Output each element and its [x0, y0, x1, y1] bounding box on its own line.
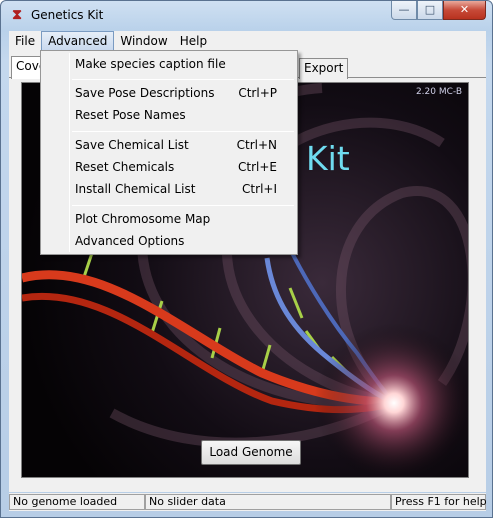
splash-title: Kit	[306, 139, 350, 178]
menu-advanced[interactable]: Advanced	[41, 31, 115, 51]
menu-item-reset-chemicals[interactable]: Reset Chemicals Ctrl+E	[44, 156, 294, 178]
title-bar[interactable]: ⧗ Genetics Kit — □ ✕	[1, 1, 492, 31]
menu-bar: File Advanced Window Help	[9, 31, 486, 51]
menu-item-shortcut: Ctrl+I	[242, 182, 277, 196]
tab-export[interactable]: Export	[299, 58, 349, 79]
caption-buttons: — □ ✕	[391, 1, 486, 21]
menu-item-plot-chromosome-map[interactable]: Plot Chromosome Map	[44, 208, 294, 230]
window-title: Genetics Kit	[31, 8, 104, 22]
menu-item-make-species-caption[interactable]: Make species caption file	[44, 53, 294, 75]
menu-item-install-chemical-list[interactable]: Install Chemical List Ctrl+I	[44, 178, 294, 200]
menu-item-save-pose-descriptions[interactable]: Save Pose Descriptions Ctrl+P	[44, 82, 294, 104]
menu-item-advanced-options[interactable]: Advanced Options	[44, 230, 294, 252]
menu-item-label: Make species caption file	[75, 57, 226, 71]
menu-item-label: Plot Chromosome Map	[75, 212, 211, 226]
menu-item-shortcut: Ctrl+N	[236, 138, 277, 152]
status-bar: No genome loaded No slider data Press F1…	[9, 493, 487, 511]
menu-window[interactable]: Window	[114, 32, 173, 50]
menu-separator	[72, 79, 294, 80]
status-slider: No slider data	[145, 494, 391, 510]
load-genome-button[interactable]: Load Genome	[201, 440, 301, 465]
menu-item-label: Install Chemical List	[75, 182, 196, 196]
menu-file[interactable]: File	[9, 32, 41, 50]
menu-item-shortcut: Ctrl+P	[238, 86, 277, 100]
version-label: 2.20 MC-B	[415, 87, 462, 97]
status-genome: No genome loaded	[9, 494, 145, 510]
advanced-menu-dropdown: Make species caption file Save Pose Desc…	[40, 50, 298, 255]
minimize-button[interactable]: —	[391, 1, 417, 20]
status-help: Press F1 for help	[391, 494, 487, 510]
close-button[interactable]: ✕	[443, 1, 486, 20]
menu-item-save-chemical-list[interactable]: Save Chemical List Ctrl+N	[44, 134, 294, 156]
menu-item-label: Save Chemical List	[75, 138, 189, 152]
menu-item-shortcut: Ctrl+E	[238, 160, 277, 174]
menu-item-reset-pose-names[interactable]: Reset Pose Names	[44, 104, 294, 126]
menu-separator	[72, 205, 294, 206]
menu-item-label: Advanced Options	[75, 234, 185, 248]
maximize-button[interactable]: □	[417, 1, 443, 20]
dna-app-icon[interactable]: ⧗	[9, 7, 25, 23]
menu-separator	[72, 131, 294, 132]
menu-item-label: Save Pose Descriptions	[75, 86, 215, 100]
menu-help[interactable]: Help	[174, 32, 213, 50]
menu-item-label: Reset Pose Names	[75, 108, 186, 122]
menu-item-label: Reset Chemicals	[75, 160, 175, 174]
